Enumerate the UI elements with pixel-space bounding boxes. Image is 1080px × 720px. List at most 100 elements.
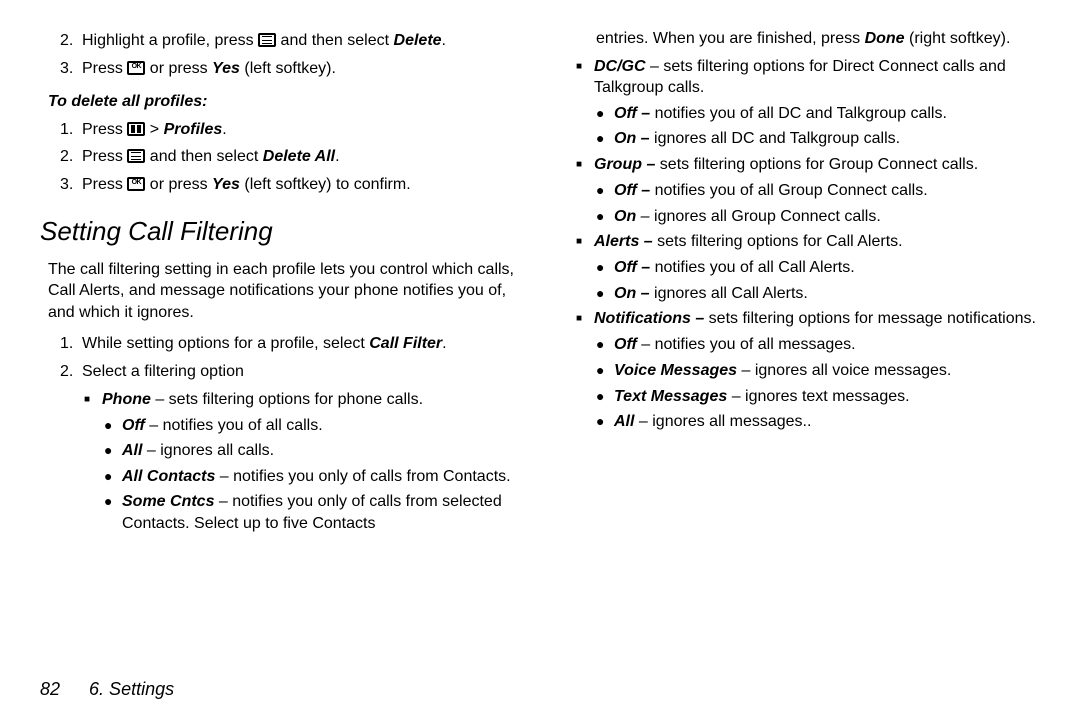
option-body: Voice Messages – ignores all voice messa… xyxy=(614,360,1040,382)
step-delete-all: 2. Press and then select Delete All. xyxy=(60,146,520,168)
left-column: 2. Highlight a profile, press and then s… xyxy=(40,28,520,720)
text: – ignores all messages.. xyxy=(634,413,811,430)
text: Press xyxy=(82,60,127,77)
option-body: On – ignores all Call Alerts. xyxy=(614,283,1040,305)
bold-label: Off – xyxy=(614,259,650,276)
dot-bullet-icon: ● xyxy=(596,103,614,125)
bold-label: On xyxy=(614,208,636,225)
option-notifications: ■ Notifications – sets filtering options… xyxy=(576,308,1040,330)
step-highlight-delete: 2. Highlight a profile, press and then s… xyxy=(60,30,520,52)
option-phone-some-contacts: ● Some Cntcs – notifies you only of call… xyxy=(104,491,520,534)
option-alerts: ■ Alerts – sets filtering options for Ca… xyxy=(576,231,1040,253)
option-body: Off – notifies you of all calls. xyxy=(122,415,520,437)
step-number: 3. xyxy=(60,58,82,80)
step-body: Press or press Yes (left softkey). xyxy=(82,58,520,80)
text: notifies you of all Group Connect calls. xyxy=(650,182,927,199)
text: – ignores text messages. xyxy=(727,388,909,405)
section-label: 6. Settings xyxy=(89,679,174,699)
text: ignores all DC and Talkgroup calls. xyxy=(650,130,901,147)
text: sets filtering options for Call Alerts. xyxy=(653,233,903,250)
bold-label: Delete xyxy=(394,32,442,49)
step-number: 1. xyxy=(60,119,82,141)
page-footer: 82 6. Settings xyxy=(40,679,174,700)
option-alerts-off: ● Off – notifies you of all Call Alerts. xyxy=(596,257,1040,279)
bold-label: Notifications – xyxy=(594,310,704,327)
step-number: 2. xyxy=(60,361,82,383)
menu-icon xyxy=(127,149,145,163)
text: or press xyxy=(150,176,212,193)
option-phone-all-contacts: ● All Contacts – notifies you only of ca… xyxy=(104,466,520,488)
bold-label: All xyxy=(122,442,142,459)
option-body: Some Cntcs – notifies you only of calls … xyxy=(122,491,520,534)
text: – notifies you of all messages. xyxy=(637,336,856,353)
option-body: Text Messages – ignores text messages. xyxy=(614,386,1040,408)
bold-label: DC/GC xyxy=(594,58,646,75)
ok-icon xyxy=(127,177,145,191)
option-dcgc-on: ● On – ignores all DC and Talkgroup call… xyxy=(596,128,1040,150)
bold-label: Off – xyxy=(614,105,650,122)
square-bullet-icon: ■ xyxy=(576,231,594,253)
option-notif-text: ● Text Messages – ignores text messages. xyxy=(596,386,1040,408)
step-press-ok-yes: 3. Press or press Yes (left softkey). xyxy=(60,58,520,80)
page-number: 82 xyxy=(40,679,60,699)
bold-label: Call Filter xyxy=(369,335,442,352)
step-confirm: 3. Press or press Yes (left softkey) to … xyxy=(60,174,520,196)
dot-bullet-icon: ● xyxy=(596,283,614,305)
text: – ignores all voice messages. xyxy=(737,362,951,379)
step-select-option: 2. Select a filtering option xyxy=(60,361,520,383)
step-body: While setting options for a profile, sel… xyxy=(82,333,520,355)
option-group-on: ● On – ignores all Group Connect calls. xyxy=(596,206,1040,228)
step-number: 3. xyxy=(60,174,82,196)
text: Press xyxy=(82,121,127,138)
square-bullet-icon: ■ xyxy=(576,154,594,176)
option-phone: ■ Phone – sets filtering options for pho… xyxy=(84,389,520,411)
option-body: Off – notifies you of all Group Connect … xyxy=(614,180,1040,202)
text: Press xyxy=(82,148,127,165)
right-column: entries. When you are finished, press Do… xyxy=(560,28,1040,720)
option-body: All – ignores all messages.. xyxy=(614,411,1040,433)
text: Highlight a profile, press xyxy=(82,32,258,49)
bold-label: Profiles xyxy=(164,121,223,138)
step-number: 2. xyxy=(60,30,82,52)
ok-icon xyxy=(127,61,145,75)
text: and then select xyxy=(150,148,263,165)
option-notif-all: ● All – ignores all messages.. xyxy=(596,411,1040,433)
option-body: Alerts – sets filtering options for Call… xyxy=(594,231,1040,253)
step-body: Highlight a profile, press and then sele… xyxy=(82,30,520,52)
bold-label: On – xyxy=(614,130,650,147)
text: > xyxy=(150,121,164,138)
option-body: On – ignores all DC and Talkgroup calls. xyxy=(614,128,1040,150)
text: . xyxy=(335,148,339,165)
bold-label: Off xyxy=(614,336,637,353)
text: (right softkey). xyxy=(905,30,1011,47)
text: sets filtering options for Group Connect… xyxy=(655,156,978,173)
square-bullet-icon: ■ xyxy=(576,308,594,330)
step-select-callfilter: 1. While setting options for a profile, … xyxy=(60,333,520,355)
text: – notifies you of all calls. xyxy=(145,417,323,434)
page: 2. Highlight a profile, press and then s… xyxy=(0,0,1080,720)
dot-bullet-icon: ● xyxy=(596,206,614,228)
text: – notifies you only of calls from Contac… xyxy=(215,468,510,485)
step-number: 1. xyxy=(60,333,82,355)
option-group-off: ● Off – notifies you of all Group Connec… xyxy=(596,180,1040,202)
bold-label: Phone xyxy=(102,391,151,408)
square-bullet-icon: ■ xyxy=(576,56,594,99)
option-body: All – ignores all calls. xyxy=(122,440,520,462)
text: – ignores all Group Connect calls. xyxy=(636,208,881,225)
text: . xyxy=(442,32,446,49)
option-dcgc-off: ● Off – notifies you of all DC and Talkg… xyxy=(596,103,1040,125)
bold-label: Off xyxy=(122,417,145,434)
dot-bullet-icon: ● xyxy=(596,386,614,408)
option-body: All Contacts – notifies you only of call… xyxy=(122,466,520,488)
text: . xyxy=(222,121,226,138)
text: Press xyxy=(82,176,127,193)
text: sets filtering options for message notif… xyxy=(704,310,1036,327)
option-notif-voice: ● Voice Messages – ignores all voice mes… xyxy=(596,360,1040,382)
option-body: Group – sets filtering options for Group… xyxy=(594,154,1040,176)
dot-bullet-icon: ● xyxy=(104,491,122,534)
option-body: Phone – sets filtering options for phone… xyxy=(102,389,520,411)
section-heading: Setting Call Filtering xyxy=(40,214,520,249)
bold-label: On – xyxy=(614,285,650,302)
option-body: Off – notifies you of all DC and Talkgro… xyxy=(614,103,1040,125)
dot-bullet-icon: ● xyxy=(596,257,614,279)
